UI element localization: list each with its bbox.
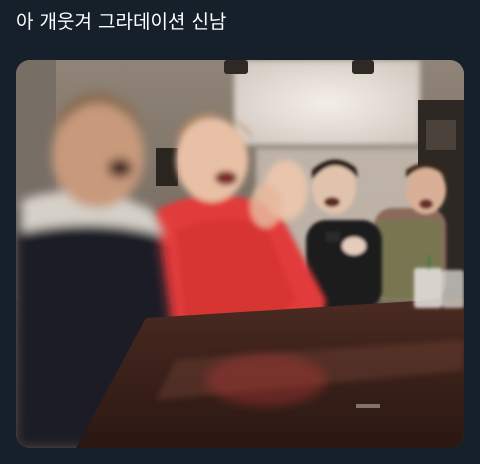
pendant-lamp-right <box>352 60 374 74</box>
shelf-box <box>426 120 456 150</box>
media-image <box>16 60 464 448</box>
wall-frame <box>156 148 178 186</box>
tweet-text: 아 개웃겨 그라데이션 신남 <box>16 11 227 33</box>
tweet-media-photo[interactable] <box>16 60 464 448</box>
table-item <box>356 404 380 408</box>
bright-window <box>234 60 420 145</box>
tweet-card: 아 개웃겨 그라데이션 신남 <box>0 0 480 464</box>
red-reflection <box>206 354 326 406</box>
pendant-lamp-left <box>224 60 248 74</box>
